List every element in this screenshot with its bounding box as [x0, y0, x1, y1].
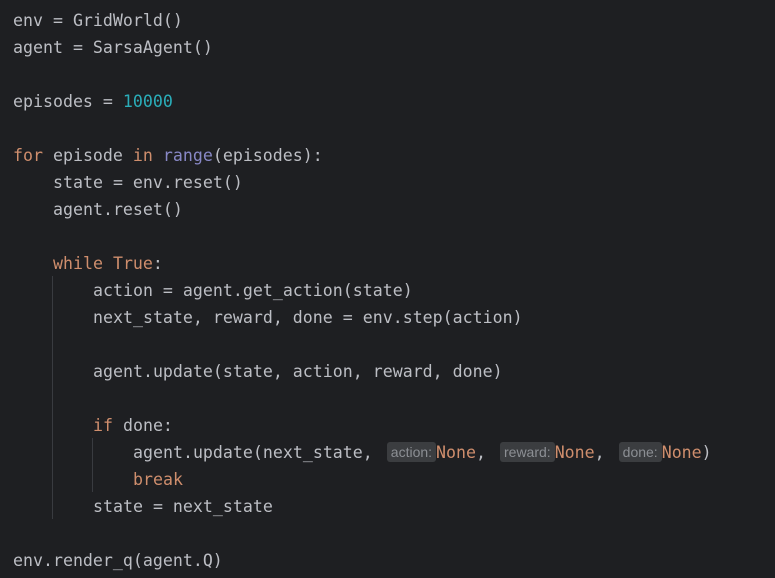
code-line-19[interactable]: state = next_state [93, 493, 273, 520]
code-line-4[interactable]: episodes = 10000 [13, 88, 173, 115]
indent-guide-if [92, 438, 93, 492]
code-line-7[interactable]: state = env.reset() [53, 169, 243, 196]
keyword: True [112, 254, 153, 273]
code-line-11[interactable]: action = agent.get_action(state) [93, 277, 413, 304]
code-line-14[interactable]: agent.update(state, action, reward, done… [93, 358, 503, 385]
none-literal: None [436, 443, 476, 462]
code-line-6[interactable]: for episode in range(episodes): [13, 142, 323, 169]
code-line-10[interactable]: while True: [53, 250, 163, 277]
keyword: for [13, 146, 43, 165]
code-line-1[interactable]: env = GridWorld() [13, 7, 183, 34]
code-line-21[interactable]: env.render_q(agent.Q) [13, 547, 223, 574]
parameter-hint-done: done: [618, 442, 662, 462]
keyword: in [132, 146, 153, 165]
code-line-17[interactable]: agent.update(next_state, action: None, rewa… [133, 439, 712, 466]
code-line-16[interactable]: if done: [93, 412, 173, 439]
code-line-2[interactable]: agent = SarsaAgent() [13, 34, 213, 61]
none-literal: None [554, 443, 595, 462]
keyword: if [93, 416, 113, 435]
parameter-hint-reward: reward: [500, 442, 555, 462]
indent-guide-while [52, 276, 53, 519]
builtin-function: range [162, 146, 213, 165]
code-editor[interactable]: env = GridWorld() agent = SarsaAgent() e… [0, 0, 775, 578]
none-literal: None [661, 443, 702, 462]
code-line-12[interactable]: next_state, reward, done = env.step(acti… [93, 304, 523, 331]
code-line-8[interactable]: agent.reset() [53, 196, 183, 223]
number-literal: 10000 [122, 92, 173, 111]
parameter-hint-action: action: [386, 442, 437, 462]
keyword: while [53, 254, 103, 273]
code-line-18[interactable]: break [133, 466, 183, 493]
keyword: break [133, 470, 183, 489]
